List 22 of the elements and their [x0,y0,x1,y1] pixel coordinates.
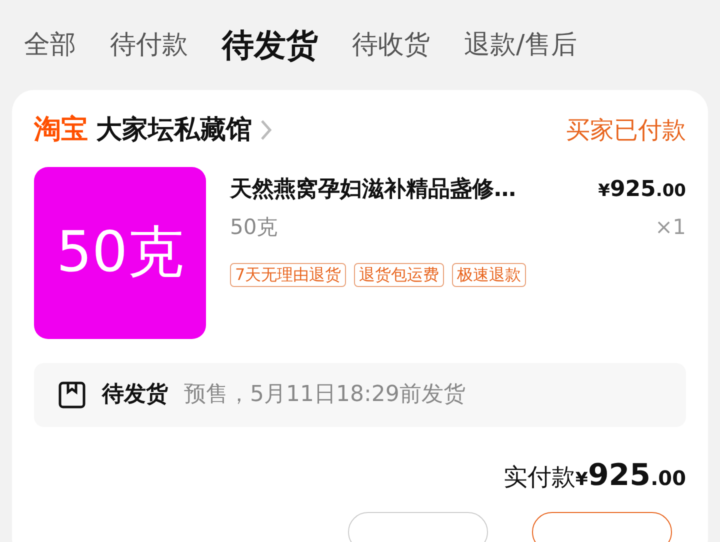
product-price: ¥925.00 [598,176,686,204]
order-tab[interactable]: 待发货 [222,21,318,69]
package-icon [58,380,86,408]
product-title[interactable]: 天然燕窝孕妇滋补精品盏修… [230,172,516,206]
order-status: 买家已付款 [566,115,686,146]
product-spec: 50克 [230,214,278,240]
order-tab[interactable]: 待收货 [352,26,430,64]
service-tag: 7天无理由退货 [230,263,346,287]
chevron-right-icon [260,119,272,142]
order-tab[interactable]: 退款/售后 [464,26,577,64]
shipping-note: 预售，5月11日18:29前发货 [184,381,466,409]
platform-logo: 淘宝 [34,113,88,147]
order-tab[interactable]: 待付款 [110,26,188,64]
quantity: ×1 [655,214,686,240]
order-tab[interactable]: 全部 [24,26,76,64]
product-image[interactable]: 50克 [34,166,206,338]
total-paid: 实付款¥925.00 [503,456,686,494]
service-tag: 退货包运费 [354,263,444,287]
action-button[interactable] [532,512,672,542]
shipping-status: 待发货 [102,381,168,409]
shop-name-link[interactable]: 大家坛私藏馆 [96,110,272,150]
service-tag: 极速退款 [452,263,526,287]
